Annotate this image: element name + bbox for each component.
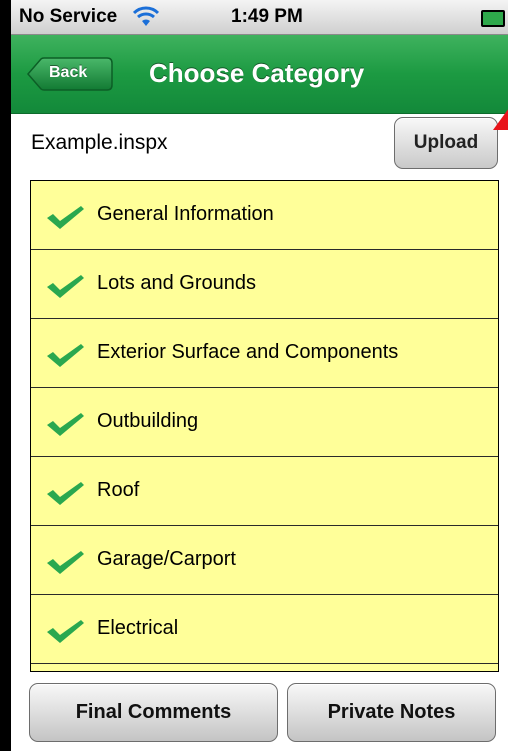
- category-row[interactable]: Exterior Surface and Components: [31, 319, 498, 388]
- red-flag-icon: [493, 109, 508, 130]
- category-row[interactable]: Garage/Carport: [31, 526, 498, 595]
- checkmark-icon: [47, 413, 84, 436]
- carrier-label: No Service: [19, 6, 118, 27]
- category-label: Lots and Grounds: [97, 272, 256, 294]
- category-row[interactable]: Outbuilding: [31, 388, 498, 457]
- battery-icon: [481, 10, 505, 27]
- checkmark-icon: [47, 551, 84, 574]
- category-list[interactable]: General Information Lots and Grounds Ext…: [30, 180, 499, 672]
- checkmark-icon: [47, 482, 84, 505]
- checkmark-icon: [47, 275, 84, 298]
- checkmark-icon: [47, 344, 84, 367]
- category-row[interactable]: Electrical: [31, 595, 498, 664]
- upload-button[interactable]: Upload: [394, 117, 498, 169]
- category-row[interactable]: Lots and Grounds: [31, 250, 498, 319]
- category-row[interactable]: Roof: [31, 457, 498, 526]
- private-notes-button[interactable]: Private Notes: [287, 683, 496, 742]
- category-row[interactable]: General Information: [31, 181, 498, 250]
- back-button[interactable]: Back: [27, 57, 113, 91]
- checkmark-icon: [47, 206, 84, 229]
- category-label: Outbuilding: [97, 410, 199, 432]
- page-title: Choose Category: [149, 58, 365, 88]
- file-name: Example.inspx: [31, 131, 168, 154]
- phone-screen: No Service 1:49 PM Back Choose Category: [10, 0, 508, 751]
- wifi-icon: [133, 6, 159, 26]
- checkmark-icon: [47, 620, 84, 643]
- category-label: General Information: [97, 203, 274, 225]
- category-label: Garage/Carport: [97, 548, 236, 570]
- category-label: Exterior Surface and Components: [97, 341, 399, 363]
- clock-label: 1:49 PM: [231, 6, 303, 27]
- back-button-label: Back: [49, 64, 88, 81]
- category-label: Electrical: [97, 617, 179, 639]
- navigation-bar: Back Choose Category: [11, 35, 508, 114]
- final-comments-button[interactable]: Final Comments: [29, 683, 278, 742]
- status-bar: No Service 1:49 PM: [11, 0, 508, 35]
- category-label: Roof: [97, 479, 140, 501]
